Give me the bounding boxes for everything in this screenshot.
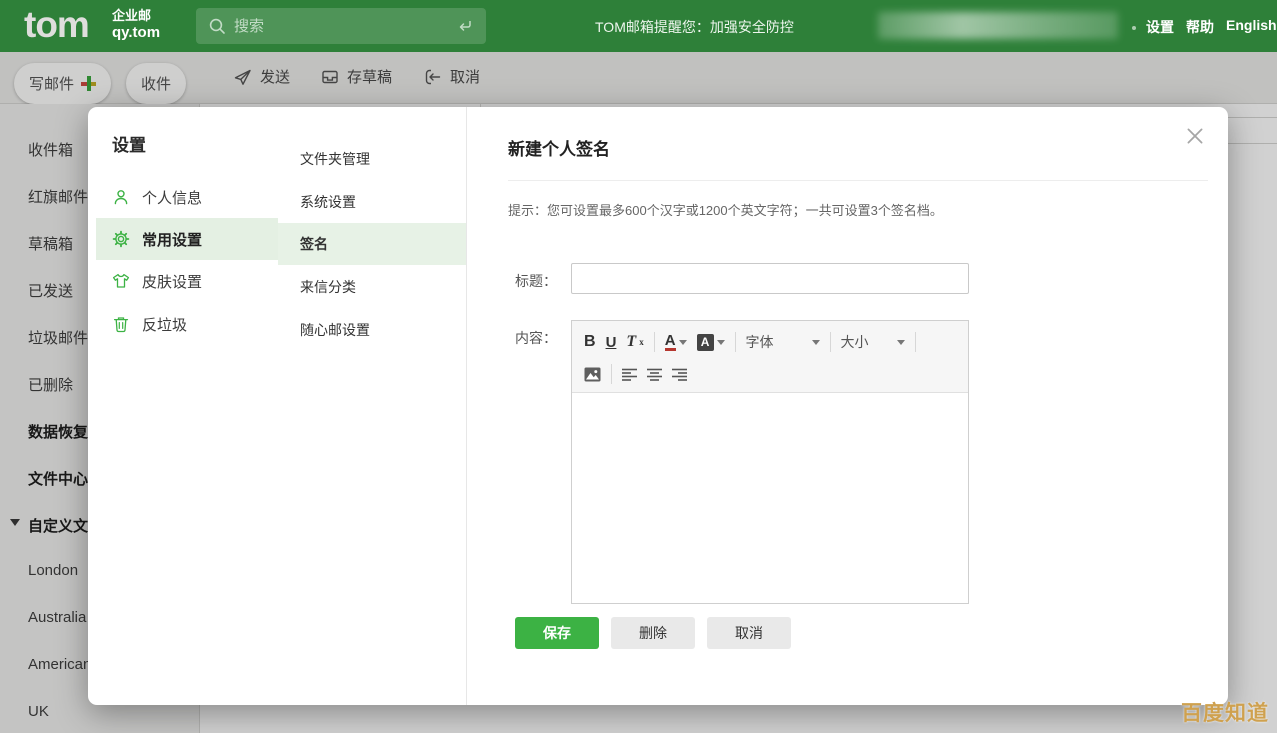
app-header: tom 企业邮 qy.tom TOM邮箱提醒您：加强安全防控 设置 帮助 Eng… [0,0,1277,52]
settings-submenu-column: 文件夹管理 系统设置 签名 来信分类 随心邮设置 [278,107,467,705]
gear-icon [112,230,130,248]
submenu-incoming-mail-sorting[interactable]: 来信分类 [278,266,466,308]
save-button[interactable]: 保存 [515,617,599,649]
tom-logo: tom [24,4,89,46]
search-icon [208,17,226,35]
baidu-zhidao-watermark: 百度知道 [1181,697,1269,727]
menu-item-personal-info[interactable]: 个人信息 [96,176,278,218]
insert-image-button[interactable] [584,367,601,382]
submenu-folder-management[interactable]: 文件夹管理 [278,138,466,180]
settings-title: 设置 [112,131,146,156]
toolbar-separator [735,332,736,352]
align-left-button[interactable] [622,368,637,381]
bg-color-button[interactable]: A [697,334,725,351]
new-signature-panel: 新建个人签名 提示：您可设置最多600个汉字或1200个英文字符；一共可设置3个… [467,107,1228,705]
search-input[interactable] [234,18,456,35]
font-size-dropdown[interactable]: 大小 [841,332,905,352]
clear-format-button[interactable]: Tx [626,333,643,351]
account-name-redacted [878,12,1118,39]
menu-item-label: 皮肤设置 [142,271,202,292]
font-color-icon: A [665,333,676,352]
cancel-button[interactable]: 取消 [707,617,791,649]
header-separator-dot [1132,26,1136,30]
trash-icon [112,315,130,333]
submenu-suixin-mail-settings[interactable]: 随心邮设置 [278,309,466,351]
security-notice: TOM邮箱提醒您：加强安全防控 [595,17,794,37]
person-icon [112,188,130,206]
align-center-icon [647,368,662,381]
app-root: tom 企业邮 qy.tom TOM邮箱提醒您：加强安全防控 设置 帮助 Eng… [0,0,1277,733]
signature-title-input[interactable] [571,263,969,294]
align-right-icon [672,368,687,381]
toolbar-separator [654,332,655,352]
align-right-button[interactable] [672,368,687,381]
header-link-settings[interactable]: 设置 [1146,17,1174,37]
logo-subtitle-line1: 企业邮 [112,8,160,24]
menu-item-skin-settings[interactable]: 皮肤设置 [96,260,278,302]
align-center-button[interactable] [647,368,662,381]
title-divider [508,180,1208,181]
clear-format-x: x [639,337,644,347]
menu-item-label: 反垃圾 [142,314,187,335]
search-box[interactable] [196,8,486,44]
toolbar-separator [830,332,831,352]
font-size-label: 大小 [841,332,869,352]
chevron-down-icon [812,340,820,345]
bg-color-icon: A [697,334,714,351]
title-field-label: 标题： [515,271,557,291]
close-icon[interactable] [1184,125,1206,147]
settings-menu-column: 设置 个人信息 [88,107,278,705]
bold-button[interactable]: B [584,333,596,351]
clear-format-t: T [626,333,636,351]
settings-modal: 设置 个人信息 [88,107,1228,705]
editor-toolbar: B U Tx A A [572,321,968,393]
menu-item-common-settings[interactable]: 常用设置 [96,218,278,260]
signature-content-area[interactable] [572,393,968,603]
header-link-help[interactable]: 帮助 [1186,17,1214,37]
toolbar-separator [611,364,612,384]
submenu-system-settings[interactable]: 系统设置 [278,181,466,223]
delete-button[interactable]: 删除 [611,617,695,649]
menu-item-label: 常用设置 [142,229,202,250]
font-family-label: 字体 [746,332,774,352]
signature-hint: 提示：您可设置最多600个汉字或1200个英文字符；一共可设置3个签名档。 [508,200,943,219]
chevron-down-icon [717,340,725,345]
font-family-dropdown[interactable]: 字体 [746,332,820,352]
menu-item-label: 个人信息 [142,187,202,208]
align-left-icon [622,368,637,381]
menu-item-anti-spam[interactable]: 反垃圾 [96,303,278,345]
chevron-down-icon [679,340,687,345]
underline-button[interactable]: U [606,334,617,351]
toolbar-separator [915,332,916,352]
panel-title: 新建个人签名 [508,135,610,160]
return-icon[interactable] [456,17,474,35]
chevron-down-icon [897,340,905,345]
submenu-signature[interactable]: 签名 [278,223,466,265]
rich-text-editor: B U Tx A A [571,320,969,604]
content-field-label: 内容： [515,328,557,348]
logo-subtitle: 企业邮 qy.tom [112,8,160,43]
header-link-english[interactable]: English [1226,17,1277,33]
tshirt-icon [112,272,130,290]
logo-subtitle-line2: qy.tom [112,24,160,43]
font-color-button[interactable]: A [665,333,687,352]
insert-image-icon [584,367,601,382]
